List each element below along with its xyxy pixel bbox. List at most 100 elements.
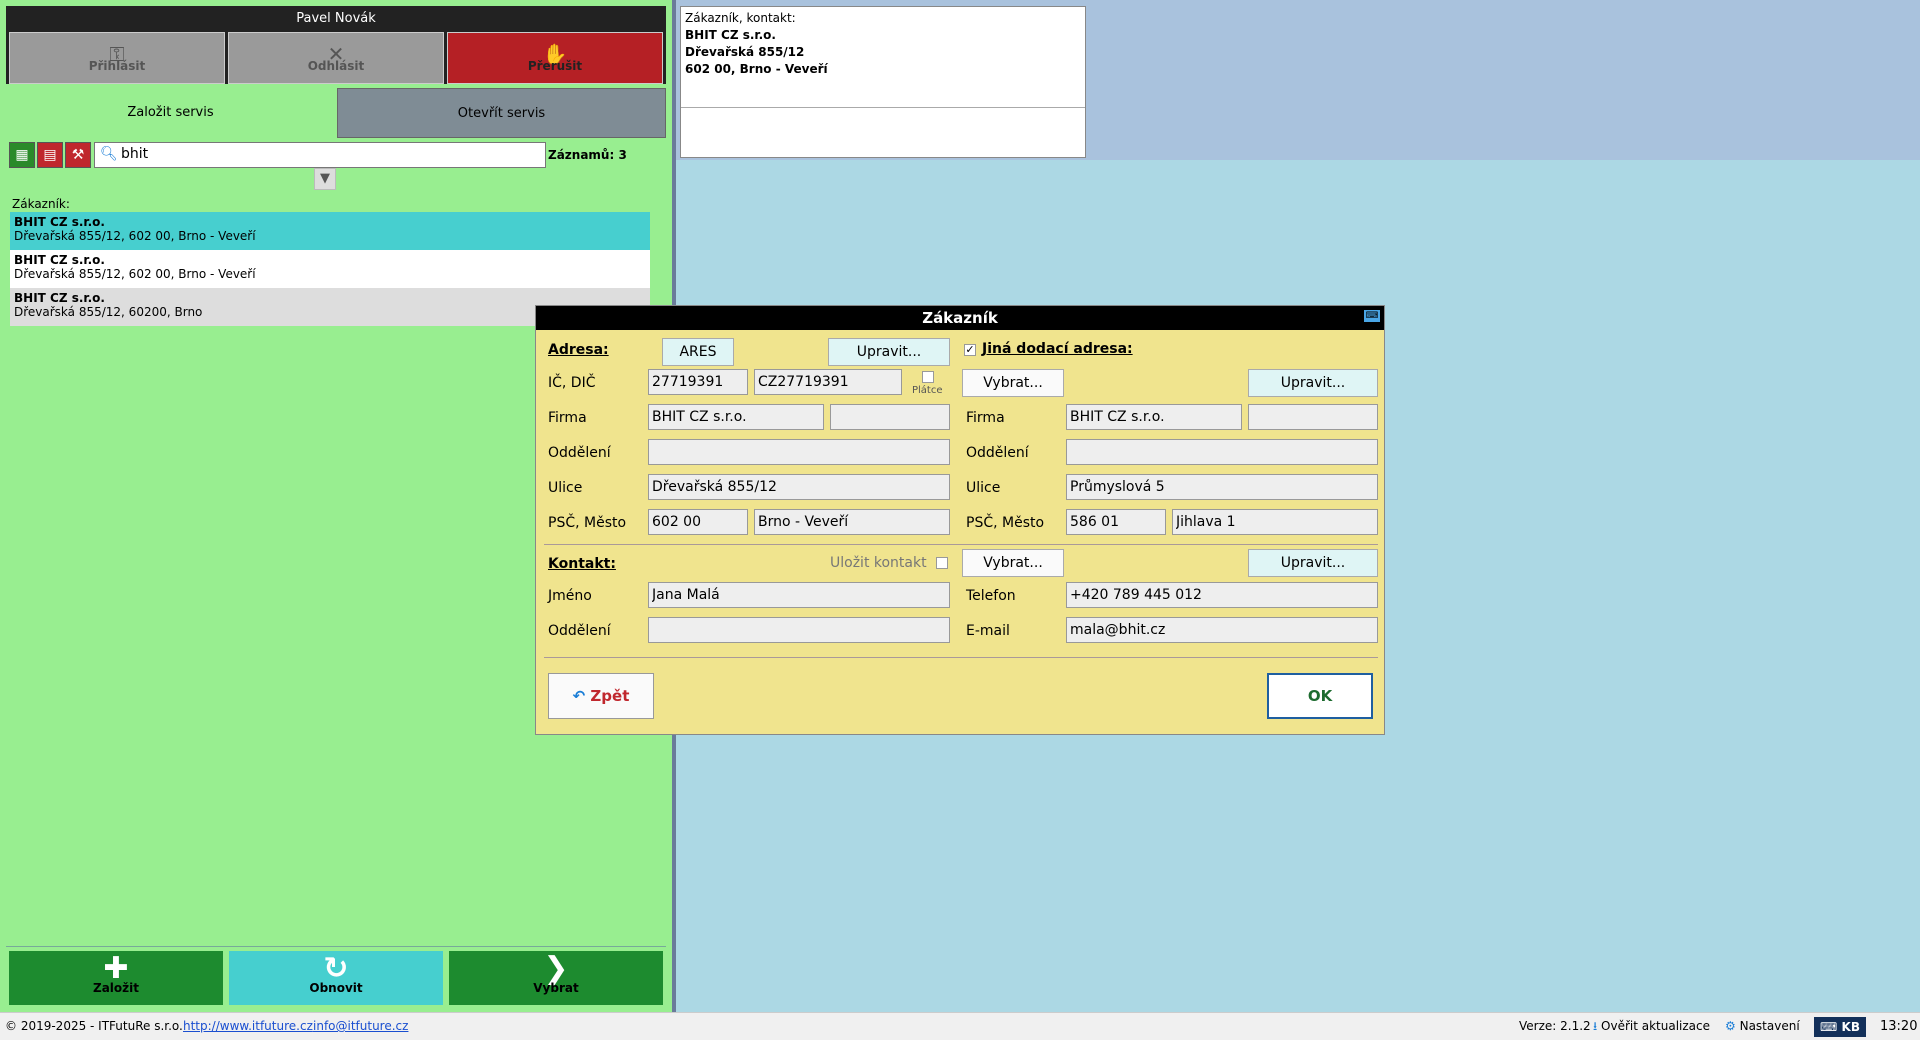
gear-icon: ⚙	[1725, 1019, 1736, 1033]
tab-create-service[interactable]: Založit servis	[6, 88, 335, 138]
records-count: Záznamů: 3	[548, 148, 627, 162]
tab-open-service[interactable]: Otevřít servis	[337, 88, 666, 138]
undo-icon: ↶	[572, 687, 586, 705]
ic-dic-label: IČ, DIČ	[548, 375, 596, 391]
other-address-checkbox[interactable]: ✓	[964, 344, 976, 356]
edit-contact-button[interactable]: Upravit...	[1248, 549, 1378, 577]
contact-header: Zákazník, kontakt:	[685, 11, 796, 25]
delivery-dept-field[interactable]	[1066, 439, 1378, 465]
filter-icon[interactable]: ▼	[314, 168, 336, 190]
payer-checkbox[interactable]	[922, 371, 934, 383]
firma-field[interactable]	[648, 404, 824, 430]
firma2-field[interactable]	[830, 404, 950, 430]
refresh-label: Obnovit	[309, 981, 363, 995]
customer-name: BHIT CZ s.r.o.	[14, 215, 105, 229]
login-button[interactable]: ⚿ Přihlásit	[9, 32, 225, 84]
customer-name: BHIT CZ s.r.o.	[14, 291, 105, 305]
delivery-city-field[interactable]	[1172, 509, 1378, 535]
clock: 13:20	[1880, 1019, 1918, 1034]
customer-address: Dřevařská 855/12, 602 00, Brno - Veveří	[14, 229, 256, 243]
phone-label: Telefon	[966, 588, 1016, 604]
edit-delivery-button[interactable]: Upravit...	[1248, 369, 1378, 397]
delivery-firma-field[interactable]	[1066, 404, 1242, 430]
create-button[interactable]: ✚ Založit	[9, 951, 223, 1005]
bottom-bar: ✚ Založit ↻ Obnovit ❯ Vybrat	[6, 946, 666, 1006]
ok-button[interactable]: OK	[1267, 673, 1373, 719]
status-bar: © 2019-2025 - ITFutuRe s.r.o. http://www…	[0, 1012, 1920, 1040]
grid-icon[interactable]: ▦	[9, 142, 35, 168]
save-contact-label: Uložit kontakt	[830, 555, 927, 571]
delivery-zip-city-label: PSČ, Město	[966, 515, 1045, 531]
phone-field[interactable]	[1066, 582, 1378, 608]
name-label: Jméno	[548, 588, 592, 604]
street-field[interactable]	[648, 474, 950, 500]
contact-label: Kontakt:	[548, 556, 616, 572]
dept-field[interactable]	[648, 439, 950, 465]
website-link[interactable]: http://www.itfuture.cz	[183, 1013, 313, 1040]
delivery-firma-label: Firma	[966, 410, 1005, 426]
search-input[interactable]	[121, 146, 521, 162]
delivery-firma2-field[interactable]	[1248, 404, 1378, 430]
other-address-label: Jiná dodací adresa:	[982, 341, 1133, 357]
keyboard-icon: ⌨	[1820, 1020, 1838, 1034]
edit-address-button[interactable]: Upravit...	[828, 338, 950, 366]
download-icon: ⭳	[1593, 1019, 1598, 1033]
logout-label: Odhlásit	[307, 59, 365, 73]
copyright: © 2019-2025 - ITFutuRe s.r.o.	[5, 1019, 183, 1033]
list-item[interactable]: BHIT CZ s.r.o. Dřevařská 855/12, 602 00,…	[10, 212, 650, 250]
address-label: Adresa:	[548, 342, 609, 358]
save-contact-checkbox[interactable]	[936, 557, 948, 569]
pick-delivery-button[interactable]: Vybrat...	[962, 369, 1064, 397]
tools-icon[interactable]: ⚒	[65, 142, 91, 168]
document-icon[interactable]: ▤	[37, 142, 63, 168]
zip-field[interactable]	[648, 509, 748, 535]
check-updates-button[interactable]: ⭳ Ověřit aktualizace	[1593, 1013, 1710, 1040]
version: Verze: 2.1.2	[1519, 1019, 1591, 1033]
keyboard-label: KB	[1841, 1020, 1860, 1034]
ares-button[interactable]: ARES	[662, 338, 734, 366]
contact-line: 602 00, Brno - Veveří	[685, 62, 828, 76]
select-button[interactable]: ❯ Vybrat	[449, 951, 663, 1005]
ic-field[interactable]	[648, 369, 748, 395]
back-button[interactable]: ↶ Zpět	[548, 673, 654, 719]
customer-name: BHIT CZ s.r.o.	[14, 253, 105, 267]
contact-dept-field[interactable]	[648, 617, 950, 643]
dialog-title: Zákazník ⌨	[536, 306, 1384, 330]
back-label: Zpět	[590, 687, 630, 705]
search-box: 🔍︎	[94, 142, 546, 168]
name-field[interactable]	[648, 582, 950, 608]
keyboard-button[interactable]: ⌨ KB	[1814, 1017, 1866, 1037]
contact-dept-label: Oddělení	[548, 623, 611, 639]
delivery-street-label: Ulice	[966, 480, 1001, 496]
refresh-button[interactable]: ↻ Obnovit	[229, 951, 443, 1005]
list-item[interactable]: BHIT CZ s.r.o. Dřevařská 855/12, 602 00,…	[10, 250, 650, 288]
customer-dialog: Zákazník ⌨ Adresa: ARES Upravit... ✓ Jin…	[535, 305, 1385, 735]
select-label: Vybrat	[533, 981, 579, 995]
toolbar: ▦ ▤ ⚒ 🔍︎ Záznamů: 3	[6, 140, 666, 168]
contact-line: Dřevařská 855/12	[685, 45, 805, 59]
email-label: E-mail	[966, 623, 1010, 639]
email-link[interactable]: info@itfuture.cz	[313, 1013, 408, 1040]
delivery-street-field[interactable]	[1066, 474, 1378, 500]
zip-city-label: PSČ, Město	[548, 515, 627, 531]
dic-field[interactable]	[754, 369, 902, 395]
search-icon: 🔍︎	[100, 146, 118, 162]
street-label: Ulice	[548, 480, 583, 496]
keyboard-icon[interactable]: ⌨	[1364, 310, 1380, 322]
divider	[544, 657, 1378, 658]
stop-label: Přerušit	[527, 59, 583, 73]
divider	[544, 544, 1378, 545]
pick-contact-button[interactable]: Vybrat...	[962, 549, 1064, 577]
logout-button[interactable]: ✕ Odhlásit	[228, 32, 444, 84]
login-label: Přihlásit	[88, 59, 146, 73]
delivery-zip-field[interactable]	[1066, 509, 1166, 535]
city-field[interactable]	[754, 509, 950, 535]
check-updates-label: Ověřit aktualizace	[1601, 1019, 1711, 1033]
email-field[interactable]	[1066, 617, 1378, 643]
divider	[681, 107, 1085, 108]
contact-line: BHIT CZ s.r.o.	[685, 28, 776, 42]
stop-button[interactable]: ✋ Přerušit	[447, 32, 663, 84]
customer-address: Dřevařská 855/12, 602 00, Brno - Veveří	[14, 267, 256, 281]
user-name: Pavel Novák	[296, 11, 376, 26]
settings-button[interactable]: ⚙ Nastavení	[1725, 1013, 1800, 1040]
